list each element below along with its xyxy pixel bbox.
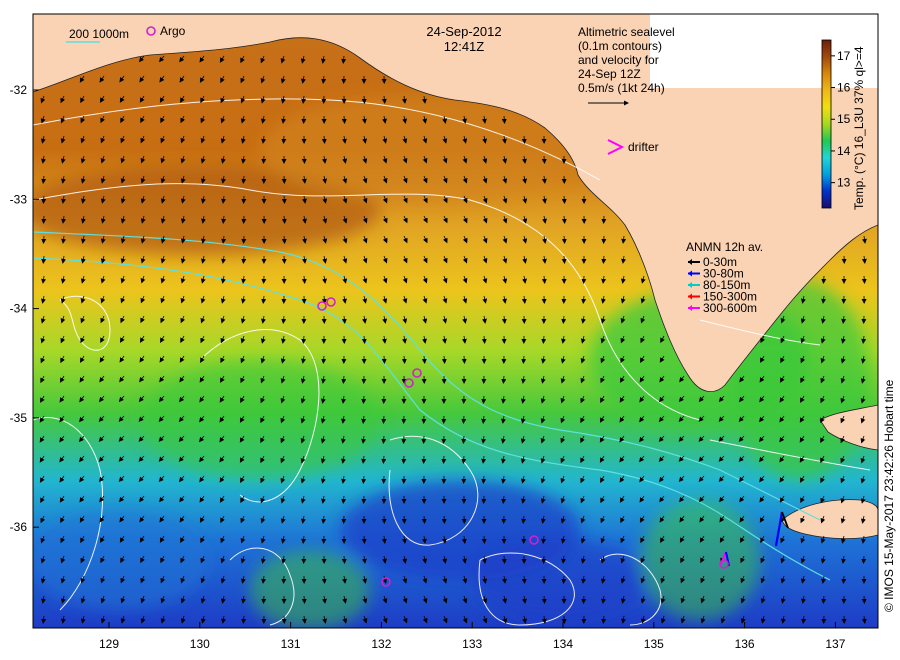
isobath-legend-label: 200 1000m [69, 27, 129, 41]
anmn-item-label: 300-600m [703, 301, 757, 315]
x-tick-label: 133 [462, 637, 482, 651]
x-tick-label: 135 [644, 637, 664, 651]
altimetry-scale-label: 0.5m/s (1kt 24h) [578, 81, 665, 95]
altimetry-line-2: (0.1m contours) [578, 39, 662, 53]
header-time: 12:41Z [444, 39, 485, 54]
y-tick-label: -33 [10, 192, 28, 206]
x-tick-label: 132 [371, 637, 391, 651]
colorbar-tick-label: 14 [837, 144, 851, 158]
colorbar-tick-label: 16 [837, 81, 851, 95]
colorbar-title: Temp. (°C) 16_L3U 37% ql>=4 [852, 46, 866, 210]
colorbar-tick-label: 17 [837, 49, 851, 63]
y-tick-label: -34 [10, 302, 28, 316]
altimetry-line-4: 24-Sep 12Z [578, 67, 641, 81]
x-tick-label: 131 [281, 637, 301, 651]
x-tick-label: 134 [553, 637, 573, 651]
altimetry-line-1: Altimetric sealevel [578, 25, 675, 39]
y-tick-label: -36 [10, 520, 28, 534]
anmn-title: ANMN 12h av. [686, 240, 763, 254]
y-tick-label: -32 [10, 83, 28, 97]
colorbar-tick-label: 13 [837, 176, 851, 190]
colorbar [821, 39, 832, 209]
drifter-label: drifter [628, 140, 659, 154]
y-tick-label: -35 [10, 411, 28, 425]
credit-text: © IMOS 15-May-2017 23:42:26 Hobart time [882, 379, 896, 612]
x-tick-label: 136 [735, 637, 755, 651]
x-tick-label: 130 [190, 637, 210, 651]
x-tick-label: 137 [825, 637, 845, 651]
argo-legend-label: Argo [160, 24, 186, 38]
colorbar-tick-label: 15 [837, 112, 851, 126]
header-date: 24-Sep-2012 [426, 24, 501, 39]
sst-map: 24-Sep-2012 12:41Z 200 1000m Argo Altime… [10, 13, 896, 651]
sst-field [33, 14, 878, 628]
x-tick-label: 129 [99, 637, 119, 651]
altimetry-line-3: and velocity for [578, 53, 659, 67]
